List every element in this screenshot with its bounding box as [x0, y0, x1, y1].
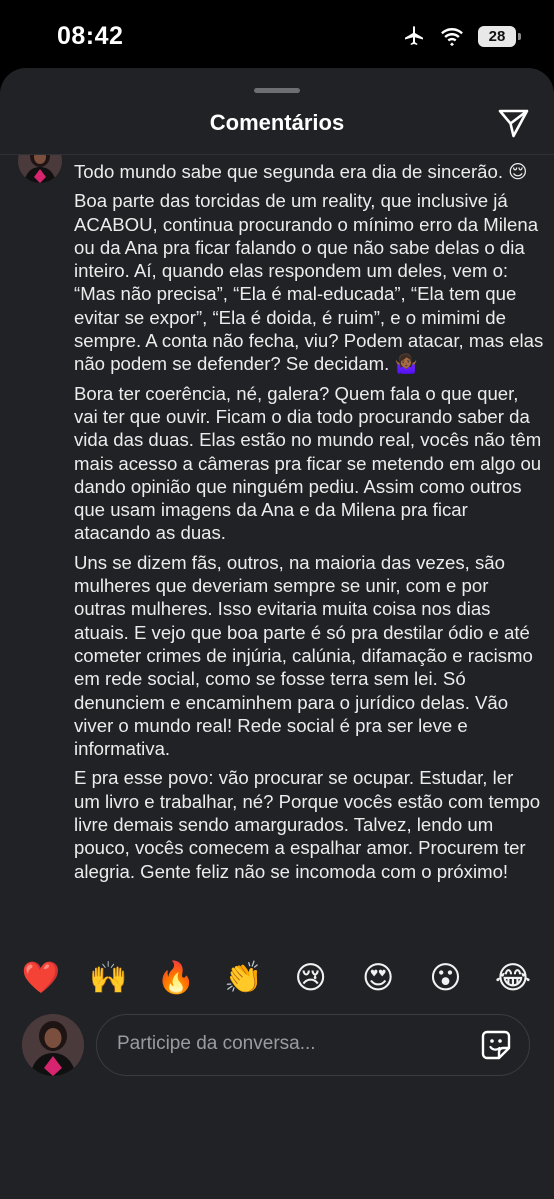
comment-input-placeholder: Participe da conversa... — [117, 1033, 316, 1054]
raising-hands-reaction-button[interactable]: 🙌 — [88, 956, 128, 1000]
comment-list[interactable]: Todo mundo sabe que segunda era dia de s… — [0, 155, 554, 1008]
comment-paragraph: Todo mundo sabe que segunda era dia de s… — [74, 161, 528, 182]
heart-eyes-reaction-button[interactable]: 😍 — [358, 956, 398, 1000]
wifi-icon — [441, 28, 463, 46]
laughing-reaction-button[interactable]: 😂 — [493, 956, 533, 1000]
commenter-avatar[interactable] — [18, 155, 62, 183]
clapping-reaction-button[interactable]: 👏 — [223, 956, 263, 1000]
sticker-icon[interactable] — [479, 1028, 513, 1062]
battery-icon: 28 — [478, 25, 521, 47]
quick-reactions-bar: ❤️ 🙌 🔥 👏 😢 😍 😮 😂 — [0, 956, 554, 1000]
comment-text: Todo mundo sabe que segunda era dia de s… — [74, 160, 544, 889]
crying-reaction-button[interactable]: 😢 — [291, 956, 331, 1000]
status-bar: 08:42 28 — [0, 0, 554, 72]
comment-paragraph: Bora ter coerência, né, galera? Quem fal… — [74, 382, 547, 544]
sheet-title: Comentários — [209, 110, 345, 135]
comment-composer: Participe da conversa... — [0, 1014, 554, 1094]
surprised-reaction-button[interactable]: 😮 — [426, 956, 466, 1000]
send-icon[interactable] — [496, 106, 530, 140]
sheet-grabber[interactable] — [254, 88, 300, 93]
heart-reaction-button[interactable]: ❤️ — [21, 956, 61, 1000]
airplane-icon — [405, 26, 423, 45]
battery-level: 28 — [488, 27, 506, 45]
comment-paragraph: E pra esse povo: vão procurar se ocupar.… — [74, 767, 546, 882]
status-time: 08:42 — [57, 22, 124, 50]
my-avatar — [22, 1014, 84, 1076]
comment-paragraph: Uns se dizem fãs, outros, na maioria das… — [74, 551, 539, 760]
comment-paragraph: Boa parte das torcidas de um reality, qu… — [74, 190, 549, 375]
status-icons: 28 — [402, 24, 521, 48]
comment-input[interactable]: Participe da conversa... — [96, 1014, 530, 1076]
fire-reaction-button[interactable]: 🔥 — [156, 956, 196, 1000]
